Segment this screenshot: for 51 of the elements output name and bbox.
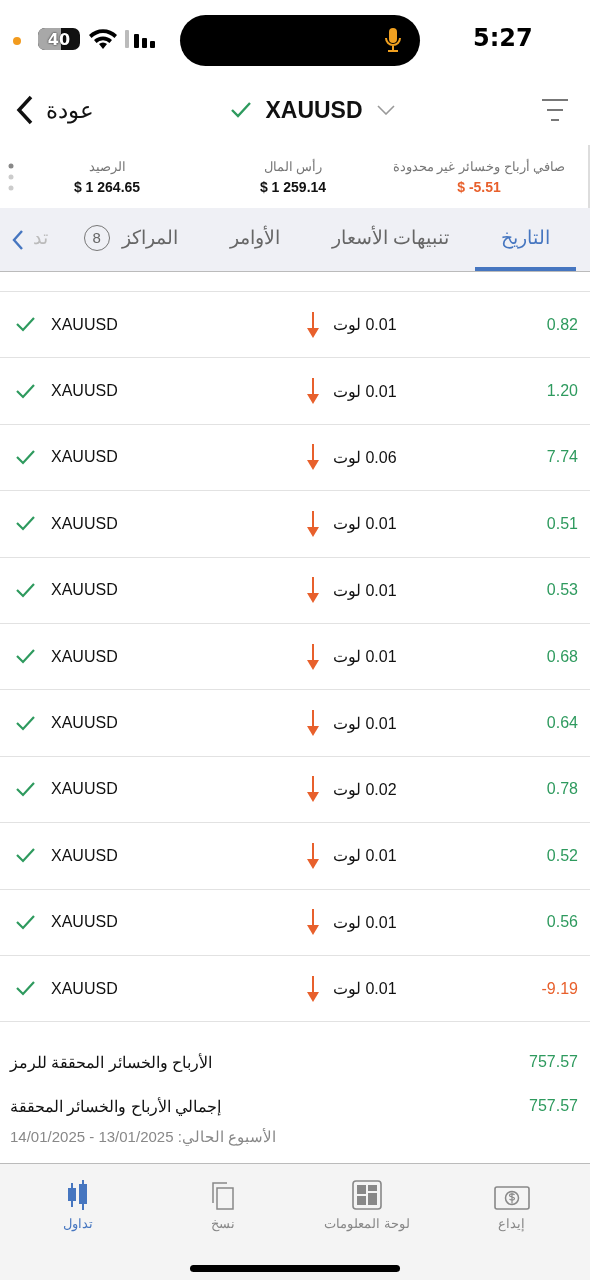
symbol-text: XAUUSD <box>51 714 119 733</box>
profit-value: 0.78 <box>546 780 578 799</box>
summary-label: الأرباح والخسائر المحققة للرمز <box>10 1052 213 1072</box>
lot-size: 0.02 لوت <box>333 779 397 799</box>
symbol-text: XAUUSD <box>51 382 119 401</box>
lot-size: 0.01 لوت <box>333 315 397 335</box>
symbol-text: XAUUSD <box>51 647 119 666</box>
profit-value: 0.56 <box>546 913 578 932</box>
profit-value: 0.51 <box>546 514 578 533</box>
nav-tab[interactable]: تداول <box>6 1176 151 1233</box>
lot-size: 0.01 لوت <box>333 381 397 401</box>
symbol-text: XAUUSD <box>51 979 119 998</box>
symbol-text: XAUUSD <box>51 913 119 932</box>
symbol-text: XAUUSD <box>51 780 119 799</box>
symbol-text: XAUUSD <box>51 448 119 467</box>
profit-value: 1.20 <box>546 382 578 401</box>
lot-size: 0.06 لوت <box>333 447 397 467</box>
summary-value: 757.57 <box>529 1097 578 1116</box>
stat-label: صافي أرباح وخسائر غير محدودة <box>392 158 566 174</box>
tab[interactable]: التاريخ <box>475 208 576 271</box>
tab[interactable]: الأوامر <box>203 208 306 271</box>
lot-size: 0.01 لوت <box>333 846 397 866</box>
stat-label: الرصيد <box>88 158 126 174</box>
tab[interactable]: تنبيهات الأسعار <box>305 208 475 271</box>
profit-value: 7.74 <box>546 448 578 467</box>
symbol-text: XAUUSD <box>51 315 119 334</box>
stat-label: رأس المال <box>263 158 323 174</box>
profit-value: 0.68 <box>546 647 578 666</box>
symbol-selector[interactable]: XAUUSD <box>265 96 395 124</box>
lot-size: 0.01 لوت <box>333 979 397 999</box>
summary-label: إجمالي الأرباح والخسائر المحققة <box>10 1096 222 1116</box>
period-text: الأسبوع الحالي: 13/01/2025 - 14/01/2025 <box>10 1128 276 1147</box>
profit-value: 0.52 <box>546 846 578 865</box>
stat-value: $ 1 259.14 <box>259 178 327 195</box>
lot-size: 0.01 لوت <box>333 580 397 600</box>
symbol-text: XAUUSD <box>51 514 119 533</box>
profit-value: -9.19 <box>541 979 578 998</box>
stat-value: $ -5.51 <box>457 178 501 195</box>
summary-value: 757.57 <box>529 1053 578 1072</box>
lot-size: 0.01 لوت <box>333 713 397 733</box>
profit-value: 0.53 <box>546 581 578 600</box>
symbol-text: XAUUSD <box>51 581 119 600</box>
profit-value: 0.64 <box>546 714 578 733</box>
symbol-text: XAUUSD <box>51 846 119 865</box>
lot-size: 0.01 لوت <box>333 912 397 932</box>
back-button[interactable]: عودة <box>16 95 94 125</box>
stat-value: $ 1 264.65 <box>73 178 141 195</box>
profit-value: 0.82 <box>546 315 578 334</box>
lot-size: 0.01 لوت <box>333 647 397 667</box>
clock-time: 5:27 <box>473 24 533 52</box>
lot-size: 0.01 لوت <box>333 514 397 534</box>
